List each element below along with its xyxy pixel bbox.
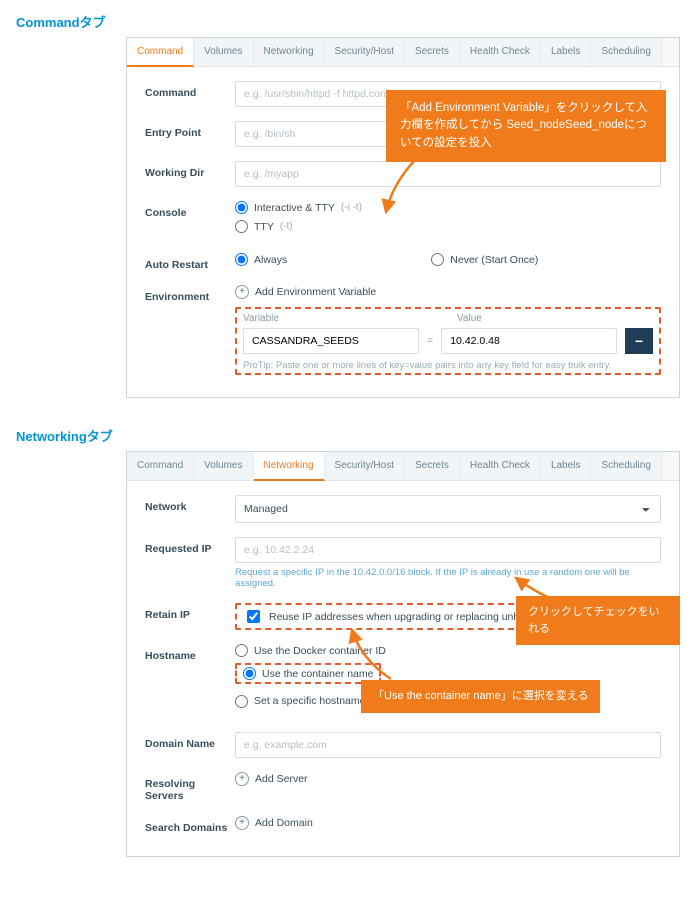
console-opt2-text: TTY: [254, 221, 274, 233]
add-domain-text: Add Domain: [255, 817, 313, 829]
tab-security[interactable]: Security/Host: [325, 452, 405, 480]
hostname-opt3: Set a specific hostname:: [254, 695, 368, 707]
tab-volumes[interactable]: Volumes: [194, 452, 253, 480]
tab-secrets[interactable]: Secrets: [405, 38, 460, 66]
autorestart-opt1: Always: [254, 254, 287, 266]
section-title: Commandタブ: [16, 12, 680, 31]
search-domains-label: Search Domains: [145, 816, 235, 834]
command-label: Command: [145, 81, 235, 99]
networking-section: Networkingタブ Command Volumes Networking …: [16, 426, 680, 857]
command-section: Commandタブ Command Volumes Networking Sec…: [16, 12, 680, 398]
autorestart-radio-always[interactable]: [235, 253, 248, 266]
hostname-radio-specific[interactable]: [235, 695, 248, 708]
section-title: Networkingタブ: [16, 426, 680, 445]
network-label: Network: [145, 495, 235, 513]
tab-labels[interactable]: Labels: [541, 452, 591, 480]
workingdir-label: Working Dir: [145, 161, 235, 179]
autorestart-opt2: Never (Start Once): [450, 254, 538, 266]
requested-ip-input[interactable]: [235, 537, 661, 563]
tab-command[interactable]: Command: [127, 452, 194, 480]
workingdir-input[interactable]: [235, 161, 661, 187]
plus-icon: +: [235, 285, 249, 299]
env-remove-button[interactable]: −: [625, 328, 653, 354]
add-server-text: Add Server: [255, 773, 308, 785]
domain-name-input[interactable]: [235, 732, 661, 758]
autorestart-radio-never[interactable]: [431, 253, 444, 266]
network-select[interactable]: Managed: [235, 495, 661, 523]
tab-secrets[interactable]: Secrets: [405, 452, 460, 480]
tab-health[interactable]: Health Check: [460, 452, 541, 480]
tab-scheduling[interactable]: Scheduling: [591, 38, 661, 66]
entrypoint-label: Entry Point: [145, 121, 235, 139]
tab-bar: Command Volumes Networking Security/Host…: [127, 452, 679, 481]
arrow-icon: [346, 624, 406, 684]
console-opt1-text: Interactive & TTY: [254, 202, 335, 214]
console-opt2-suffix: (-t): [280, 221, 293, 232]
resolving-servers-label: Resolving Servers: [145, 772, 235, 802]
callout-container-name: 「Use the container name」に選択を変える: [361, 680, 600, 713]
console-label: Console: [145, 201, 235, 219]
add-server-button[interactable]: + Add Server: [235, 772, 308, 786]
environment-label: Environment: [145, 285, 235, 303]
env-protip: ProTip: Paste one or more lines of key=v…: [243, 360, 653, 371]
env-val-input[interactable]: [441, 328, 617, 354]
tab-volumes[interactable]: Volumes: [194, 38, 253, 66]
console-opt1-suffix: (-i -t): [341, 202, 362, 213]
env-head-value: Value: [457, 313, 653, 324]
callout-retain-ip: クリックしてチェックをいれる: [516, 596, 680, 645]
hostname-label: Hostname: [145, 644, 235, 662]
add-domain-button[interactable]: + Add Domain: [235, 816, 313, 830]
add-env-var-button[interactable]: + Add Environment Variable: [235, 285, 376, 299]
console-radio-tty-interactive[interactable]: [235, 201, 248, 214]
callout-add-env: 「Add Environment Variable」をクリックして入力欄を作成し…: [386, 90, 666, 162]
hostname-radio-docker-id[interactable]: [235, 644, 248, 657]
tab-networking[interactable]: Networking: [254, 38, 325, 66]
domain-name-label: Domain Name: [145, 732, 235, 750]
hostname-radio-container-name[interactable]: [243, 667, 256, 680]
minus-icon: −: [635, 333, 643, 349]
tab-scheduling[interactable]: Scheduling: [591, 452, 661, 480]
plus-icon: +: [235, 772, 249, 786]
tab-labels[interactable]: Labels: [541, 38, 591, 66]
tab-networking[interactable]: Networking: [254, 452, 325, 481]
requested-ip-hint: Request a specific IP in the 10.42.0.0/1…: [235, 567, 661, 589]
equals-icon: =: [427, 335, 433, 347]
autorestart-label: Auto Restart: [145, 253, 235, 271]
retain-ip-label: Retain IP: [145, 603, 235, 621]
console-radio-tty[interactable]: [235, 220, 248, 233]
env-head-variable: Variable: [243, 313, 439, 324]
add-env-var-text: Add Environment Variable: [255, 286, 376, 298]
tab-security[interactable]: Security/Host: [325, 38, 405, 66]
arrow-icon: [378, 152, 428, 222]
plus-icon: +: [235, 816, 249, 830]
tab-bar: Command Volumes Networking Security/Host…: [127, 38, 679, 67]
retain-ip-checkbox[interactable]: [247, 610, 260, 623]
tab-health[interactable]: Health Check: [460, 38, 541, 66]
env-table-highlight: Variable Value = − ProTip: Paste one or …: [235, 307, 661, 375]
requested-ip-label: Requested IP: [145, 537, 235, 555]
tab-command[interactable]: Command: [127, 38, 194, 67]
env-var-input[interactable]: [243, 328, 419, 354]
